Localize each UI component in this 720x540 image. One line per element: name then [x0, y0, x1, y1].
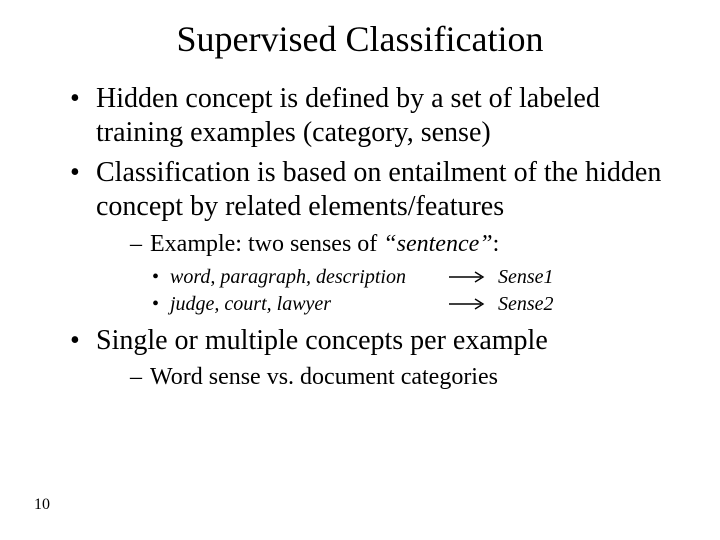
arrow-icon — [442, 298, 492, 310]
slide: Supervised Classification Hidden concept… — [0, 0, 720, 540]
sub-bullet-suffix: : — [493, 231, 500, 257]
bullet-text: Hidden concept is defined by a set of la… — [96, 83, 600, 148]
bullet-item: Hidden concept is defined by a set of la… — [70, 82, 680, 150]
example-sense: Sense1 — [492, 264, 554, 291]
bullet-text: Single or multiple concepts per example — [96, 325, 548, 356]
example-sense: Sense2 — [492, 291, 554, 318]
bullet-item: Single or multiple concepts per example … — [70, 324, 680, 393]
example-block: word, paragraph, description Sense1 judg… — [152, 264, 680, 318]
page-number: 10 — [34, 496, 50, 514]
sub-bullet-text: Word sense vs. document categories — [150, 364, 498, 390]
bullet-text: Classification is based on entailment of… — [96, 157, 661, 222]
example-features: judge, court, lawyer — [152, 291, 442, 318]
sub-bullet-list: Word sense vs. document categories — [96, 362, 680, 393]
arrow-icon — [442, 271, 492, 283]
slide-title: Supervised Classification — [40, 18, 680, 60]
example-features: word, paragraph, description — [152, 264, 442, 291]
sub-bullet-list: Example: two senses of “sentence”: — [96, 229, 680, 260]
bullet-item: Classification is based on entailment of… — [70, 156, 680, 318]
sub-bullet-item: Example: two senses of “sentence”: — [130, 229, 680, 260]
example-row: judge, court, lawyer Sense2 — [152, 291, 680, 318]
sub-bullet-text: Example: two senses of — [150, 231, 383, 257]
sub-bullet-quoted: “sentence” — [383, 231, 492, 257]
example-row: word, paragraph, description Sense1 — [152, 264, 680, 291]
sub-bullet-item: Word sense vs. document categories — [130, 362, 680, 393]
bullet-list: Hidden concept is defined by a set of la… — [40, 82, 680, 393]
